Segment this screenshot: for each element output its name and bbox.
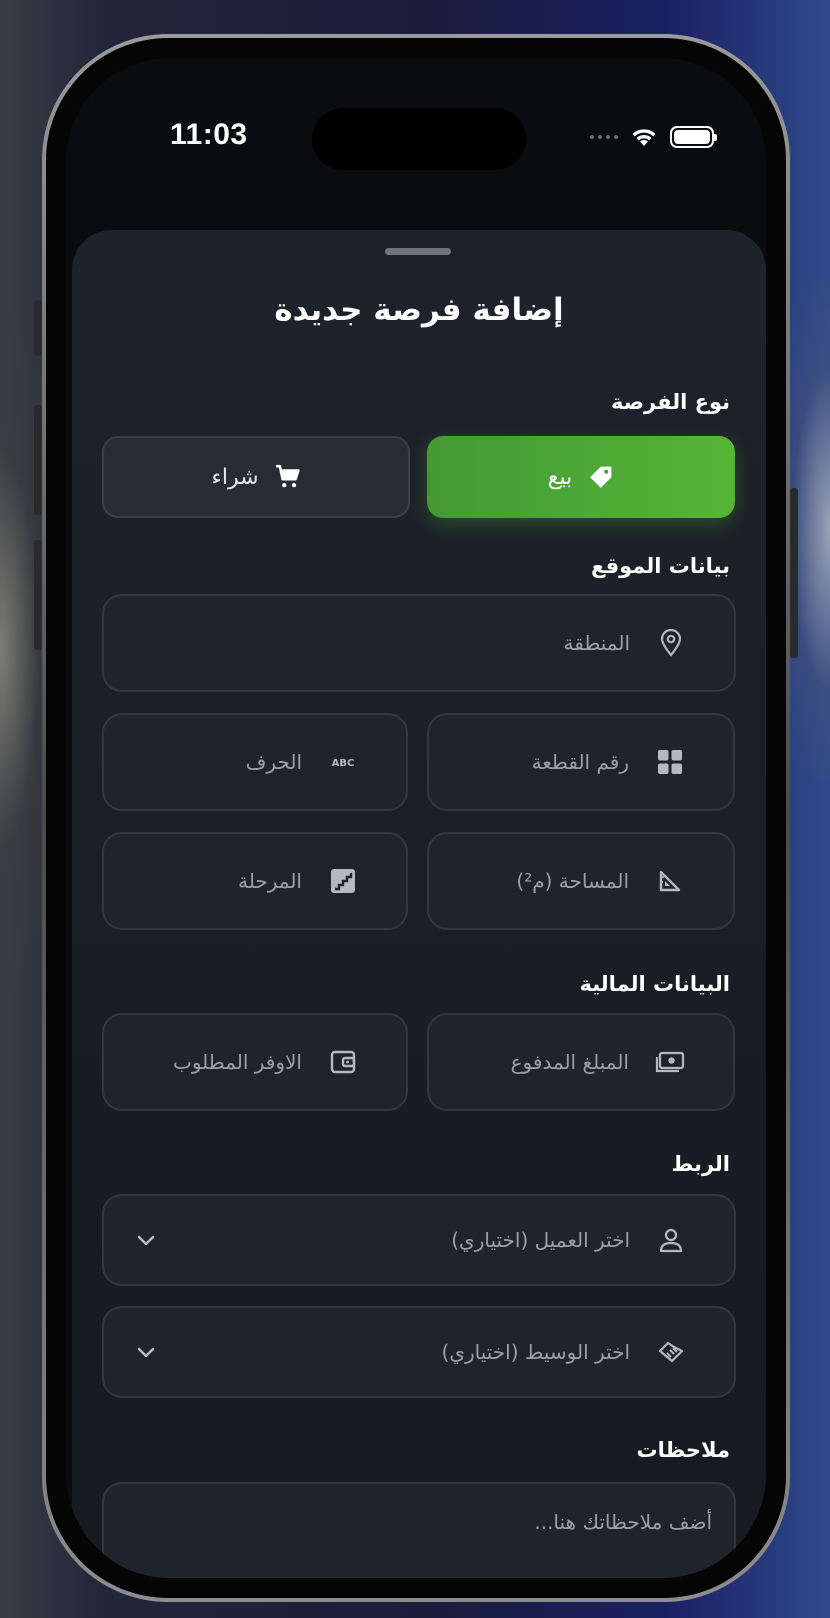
- paid-amount-field[interactable]: المبلغ المدفوع: [427, 1013, 735, 1111]
- handshake-icon: [656, 1337, 686, 1367]
- status-time: 11:03: [170, 118, 248, 151]
- battery-icon: [670, 126, 717, 148]
- client-select[interactable]: اختر العميل (اختياري): [102, 1194, 736, 1286]
- silent-switch: [34, 300, 42, 356]
- map-pin-icon: [656, 628, 686, 658]
- power-button: [790, 488, 798, 658]
- opportunity-type-label: نوع الفرصة: [611, 390, 730, 414]
- sheet-grabber[interactable]: [385, 248, 451, 255]
- size-field[interactable]: المساحة (م²): [427, 832, 735, 930]
- sell-button[interactable]: بيع: [427, 436, 735, 518]
- plot-number-field[interactable]: رقم القطعة: [427, 713, 735, 811]
- notes-textarea[interactable]: أضف ملاحظاتك هنا...: [102, 1482, 736, 1578]
- svg-text:ABC: ABC: [332, 758, 355, 769]
- phone-frame: 11:03 إضافة فرصة جديدة نوع الفرصة بيع شر…: [42, 34, 790, 1602]
- abc-icon: ABC: [328, 747, 358, 777]
- broker-placeholder: اختر الوسيط (اختياري): [441, 1340, 630, 1364]
- stage-field[interactable]: المرحلة: [102, 832, 408, 930]
- size-placeholder: المساحة (م²): [516, 869, 629, 893]
- sell-label: بيع: [547, 464, 573, 490]
- screen: 11:03 إضافة فرصة جديدة نوع الفرصة بيع شر…: [66, 58, 766, 1578]
- required-premium-placeholder: الاوفر المطلوب: [173, 1050, 302, 1074]
- buy-label: شراء: [211, 464, 259, 490]
- financial-section-label: البيانات المالية: [579, 972, 730, 996]
- wallet-icon: [328, 1047, 358, 1077]
- person-icon: [656, 1225, 686, 1255]
- volume-down-button: [34, 540, 42, 650]
- wifi-icon: [632, 129, 656, 146]
- status-icons: [590, 126, 717, 148]
- paid-amount-placeholder: المبلغ المدفوع: [510, 1050, 629, 1074]
- money-icon: [655, 1047, 685, 1077]
- notes-section-label: ملاحظات: [636, 1438, 730, 1462]
- cart-icon: [275, 464, 300, 488]
- volume-up-button: [34, 405, 42, 515]
- notes-placeholder: أضف ملاحظاتك هنا...: [534, 1510, 712, 1534]
- grid-icon: [655, 747, 685, 777]
- area-field[interactable]: المنطقة: [102, 594, 736, 692]
- required-premium-field[interactable]: الاوفر المطلوب: [102, 1013, 408, 1111]
- location-section-label: بيانات الموقع: [591, 554, 730, 578]
- sheet-title: إضافة فرصة جديدة: [274, 292, 564, 328]
- letter-field[interactable]: ABC الحرف: [102, 713, 408, 811]
- phone-bezel: 11:03 إضافة فرصة جديدة نوع الفرصة بيع شر…: [46, 38, 786, 1598]
- chevron-down-icon: [137, 1235, 155, 1246]
- area-placeholder: المنطقة: [563, 631, 631, 655]
- chevron-down-icon: [137, 1347, 155, 1358]
- broker-select[interactable]: اختر الوسيط (اختياري): [102, 1306, 736, 1398]
- stairs-icon: [328, 866, 358, 896]
- add-opportunity-sheet: إضافة فرصة جديدة نوع الفرصة بيع شراء بيا…: [72, 230, 766, 1578]
- ruler-triangle-icon: [655, 866, 685, 896]
- stage-placeholder: المرحلة: [238, 869, 302, 893]
- signal-icon: [590, 135, 618, 139]
- plot-number-placeholder: رقم القطعة: [531, 750, 629, 774]
- buy-button[interactable]: شراء: [102, 436, 410, 518]
- letter-placeholder: الحرف: [245, 750, 302, 774]
- linking-section-label: الربط: [671, 1152, 730, 1176]
- client-placeholder: اختر العميل (اختياري): [451, 1228, 630, 1252]
- dynamic-island: [312, 108, 526, 170]
- tag-icon: [590, 466, 612, 488]
